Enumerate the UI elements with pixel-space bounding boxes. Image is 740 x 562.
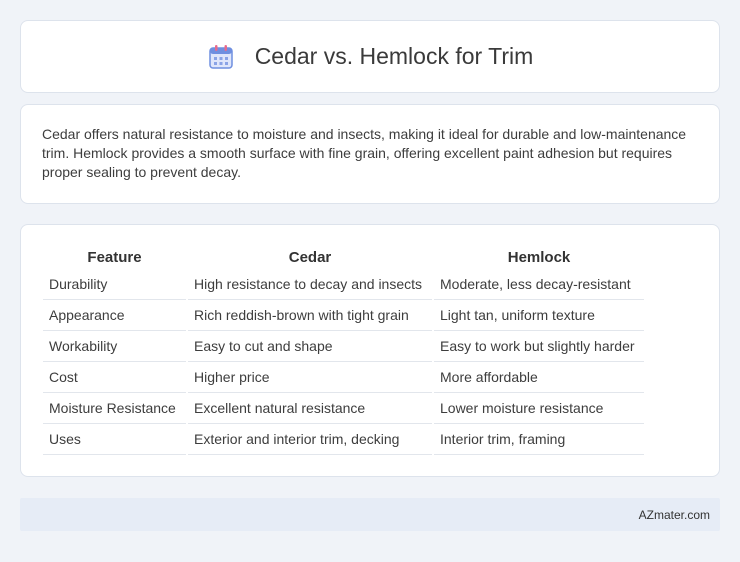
title-card: Cedar vs. Hemlock for Trim — [20, 20, 720, 93]
row-hemlock: More affordable — [434, 362, 644, 393]
calendar-icon — [208, 44, 233, 69]
description-card: Cedar offers natural resistance to moist… — [20, 104, 720, 204]
footer-site-link[interactable]: AZmater.com — [639, 508, 710, 522]
row-hemlock: Interior trim, framing — [434, 424, 644, 455]
row-cedar: Excellent natural resistance — [188, 393, 432, 424]
table-row: Cost Higher price More affordable — [43, 362, 644, 393]
table-row: Durability High resistance to decay and … — [43, 269, 644, 300]
footer: AZmater.com — [20, 498, 720, 531]
row-cedar: Rich reddish-brown with tight grain — [188, 300, 432, 331]
table-row: Appearance Rich reddish-brown with tight… — [43, 300, 644, 331]
row-hemlock: Moderate, less decay-resistant — [434, 269, 644, 300]
row-feature: Durability — [43, 269, 186, 300]
description-text: Cedar offers natural resistance to moist… — [42, 126, 687, 180]
row-feature: Workability — [43, 331, 186, 362]
row-feature: Moisture Resistance — [43, 393, 186, 424]
row-cedar: High resistance to decay and insects — [188, 269, 432, 300]
row-feature: Uses — [43, 424, 186, 455]
header-cedar: Cedar — [288, 249, 332, 266]
table-row: Uses Exterior and interior trim, decking… — [43, 424, 644, 455]
page-title: Cedar vs. Hemlock for Trim — [254, 43, 534, 69]
comparison-table: Feature Cedar Hemlock Durability High re… — [41, 247, 646, 455]
comparison-table-card: Feature Cedar Hemlock Durability High re… — [20, 224, 720, 477]
row-cedar: Exterior and interior trim, decking — [188, 424, 432, 455]
table-row: Workability Easy to cut and shape Easy t… — [43, 331, 644, 362]
header-feature: Feature — [87, 249, 142, 266]
row-hemlock: Lower moisture resistance — [434, 393, 644, 424]
row-feature: Cost — [43, 362, 186, 393]
row-cedar: Easy to cut and shape — [188, 331, 432, 362]
table-header-row: Feature Cedar Hemlock — [43, 247, 644, 269]
row-hemlock: Easy to work but slightly harder — [434, 331, 644, 362]
row-cedar: Higher price — [188, 362, 432, 393]
row-hemlock: Light tan, uniform texture — [434, 300, 644, 331]
header-hemlock: Hemlock — [507, 249, 571, 266]
table-row: Moisture Resistance Excellent natural re… — [43, 393, 644, 424]
row-feature: Appearance — [43, 300, 186, 331]
